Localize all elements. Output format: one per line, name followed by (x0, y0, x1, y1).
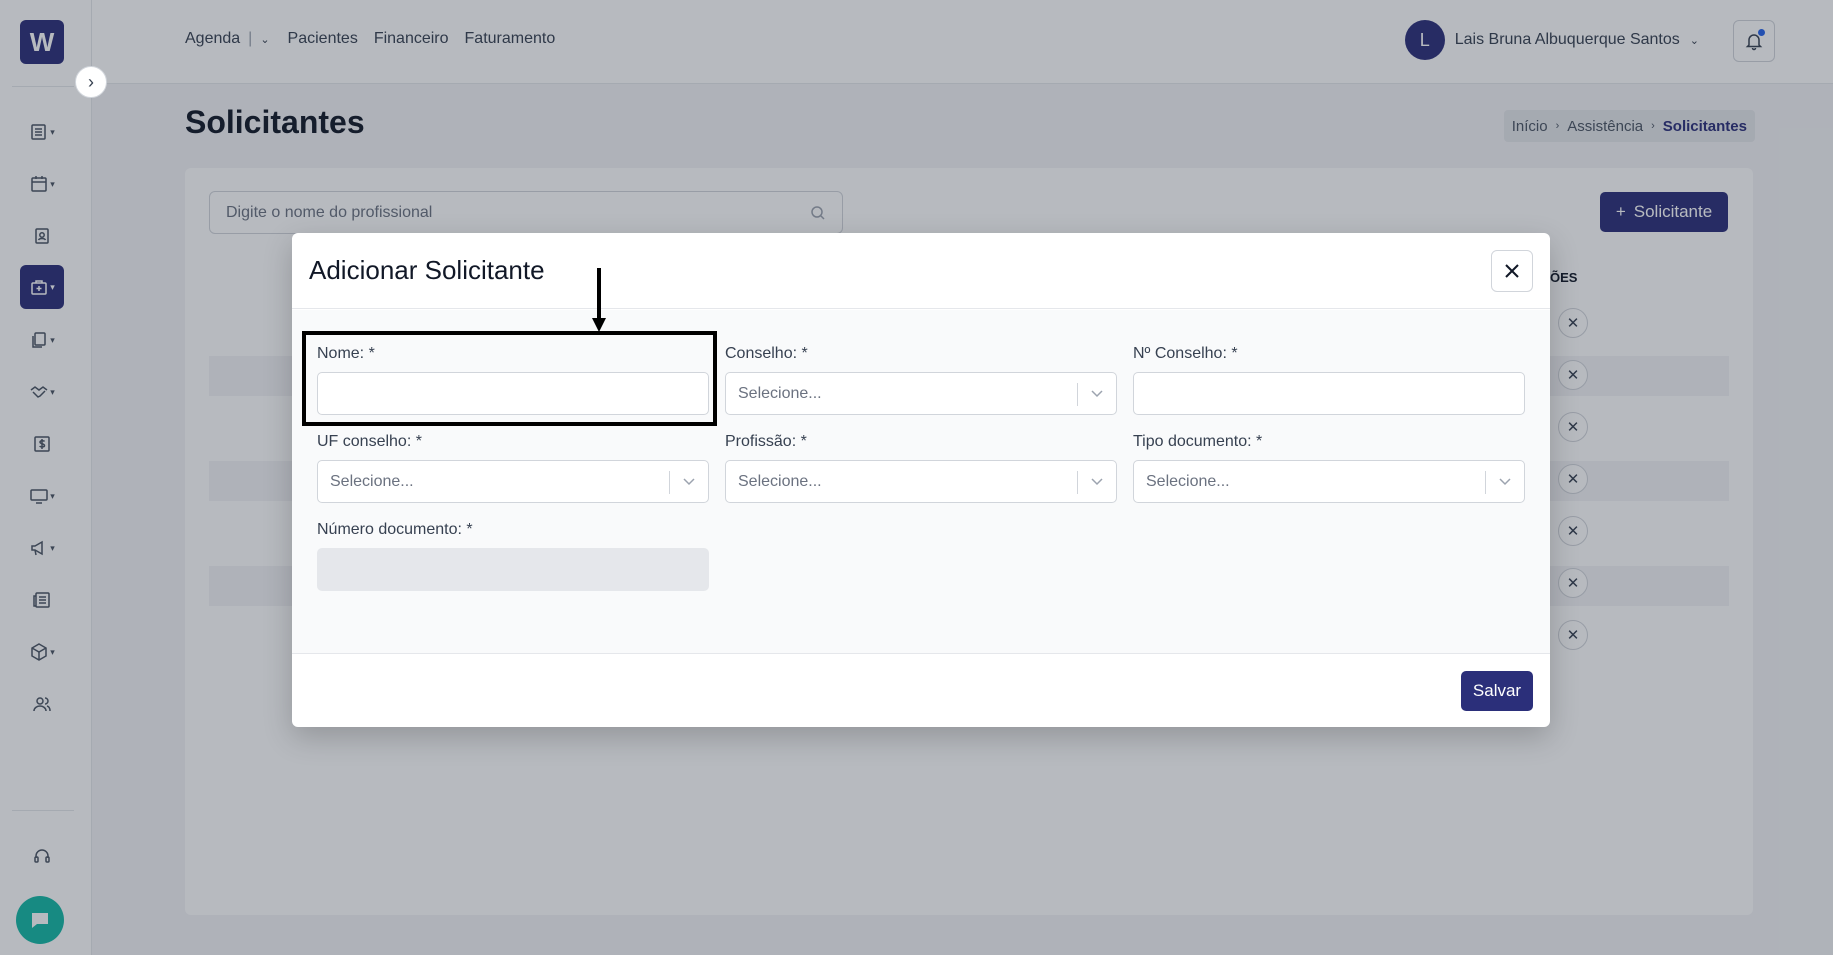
tipo-documento-select[interactable]: Selecione... (1133, 460, 1525, 503)
tipo-documento-label: Tipo documento: * (1133, 433, 1263, 450)
conselho-label: Conselho: * (725, 345, 808, 362)
field-conselho: Conselho: * Selecione... (725, 345, 1117, 415)
chevron-down-icon (1091, 478, 1103, 486)
n-conselho-label: Nº Conselho: * (1133, 345, 1238, 362)
modal-title: Adicionar Solicitante (309, 255, 545, 285)
tipo-documento-placeholder: Selecione... (1146, 472, 1230, 490)
field-uf-conselho: UF conselho: * Selecione... (317, 433, 709, 503)
field-tipo-documento: Tipo documento: * Selecione... (1133, 433, 1525, 503)
chevron-down-icon (1091, 390, 1103, 398)
chevron-right-icon: › (88, 71, 94, 92)
field-numero-documento: Número documento: * (317, 521, 709, 591)
profissao-placeholder: Selecione... (738, 472, 822, 490)
numero-documento-input[interactable] (317, 548, 709, 591)
uf-conselho-label: UF conselho: * (317, 433, 422, 450)
conselho-placeholder: Selecione... (738, 384, 822, 402)
modal-header: Adicionar Solicitante (292, 233, 1550, 309)
save-button[interactable]: Salvar (1461, 671, 1533, 711)
close-icon (1505, 264, 1519, 278)
uf-conselho-select[interactable]: Selecione... (317, 460, 709, 503)
numero-documento-label: Número documento: * (317, 521, 473, 538)
profissao-select[interactable]: Selecione... (725, 460, 1117, 503)
select-separator (1077, 383, 1078, 406)
sidebar-expand-button[interactable]: › (75, 66, 107, 98)
select-separator (1077, 471, 1078, 494)
n-conselho-input[interactable] (1133, 372, 1525, 415)
arrow-down-icon (592, 268, 606, 332)
field-n-conselho: Nº Conselho: * (1133, 345, 1525, 415)
highlight-box (302, 331, 717, 426)
add-solicitante-modal: Adicionar Solicitante Nome: * Conselho: … (292, 233, 1550, 727)
profissao-label: Profissão: * (725, 433, 807, 450)
select-separator (669, 471, 670, 494)
close-modal-button[interactable] (1491, 250, 1533, 292)
field-profissao: Profissão: * Selecione... (725, 433, 1117, 503)
uf-conselho-placeholder: Selecione... (330, 472, 414, 490)
select-separator (1485, 471, 1486, 494)
chevron-down-icon (683, 478, 695, 486)
conselho-select[interactable]: Selecione... (725, 372, 1117, 415)
modal-footer: Salvar (292, 653, 1550, 727)
chevron-down-icon (1499, 478, 1511, 486)
